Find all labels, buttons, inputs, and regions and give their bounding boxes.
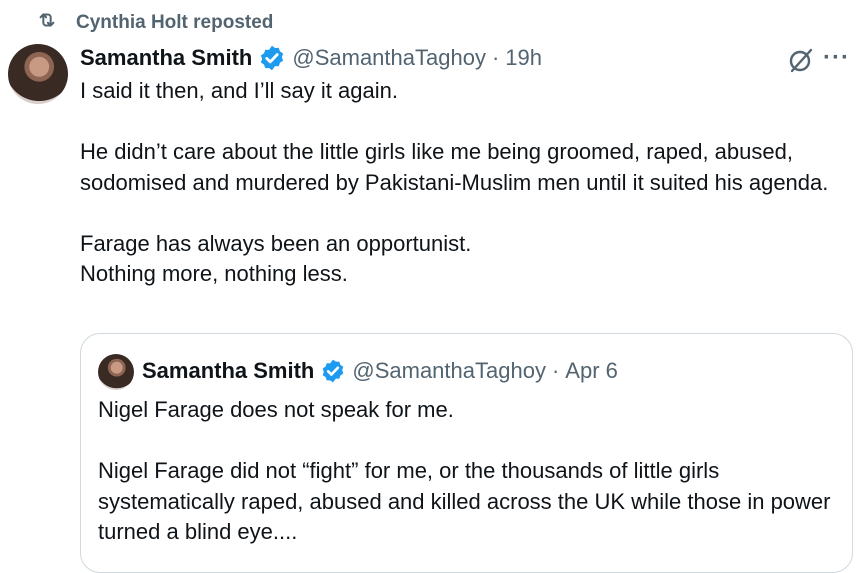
tweet-paragraph: Nothing more, nothing less. <box>80 261 348 286</box>
quoted-author-name[interactable]: Samantha Smith <box>142 358 314 384</box>
more-options-icon[interactable]: ··· <box>823 44 850 72</box>
repost-label: Cynthia Holt reposted <box>76 12 274 33</box>
tweet-paragraph: I said it then, and I’ll say it again. <box>80 78 398 103</box>
tweet-paragraph: He didn’t care about the little girls li… <box>80 139 829 195</box>
author-name[interactable]: Samantha Smith <box>80 45 252 71</box>
quoted-tweet-timestamp[interactable]: Apr 6 <box>565 358 618 384</box>
grok-icon[interactable] <box>787 46 815 74</box>
tweet-header: Samantha Smith @SamanthaTaghoy · 19h <box>80 43 542 73</box>
quoted-author-handle[interactable]: @SamanthaTaghoy <box>352 358 546 384</box>
author-handle[interactable]: @SamanthaTaghoy <box>292 45 486 71</box>
verified-badge-icon <box>261 45 284 71</box>
author-avatar[interactable] <box>8 44 68 104</box>
quoted-tweet-header: Samantha Smith @SamanthaTaghoy · Apr 6 <box>142 356 618 386</box>
header-separator: · <box>491 45 500 70</box>
quoted-author-avatar[interactable] <box>98 354 134 390</box>
quoted-paragraph: Nigel Farage does not speak for me. <box>98 397 454 422</box>
verified-badge-icon <box>323 359 344 383</box>
tweet-timestamp[interactable]: 19h <box>505 45 542 71</box>
quoted-tweet-body: Nigel Farage does not speak for me. Nige… <box>98 395 838 548</box>
tweet-paragraph: Farage has always been an opportunist. <box>80 230 472 256</box>
tweet-body: I said it then, and I’ll say it again. H… <box>80 76 840 290</box>
repost-header[interactable]: Cynthia Holt reposted <box>36 10 273 36</box>
quoted-paragraph: Nigel Farage did not “fight” for me, or … <box>98 458 831 544</box>
repost-icon <box>36 9 58 37</box>
quoted-header-separator: · <box>551 358 560 383</box>
